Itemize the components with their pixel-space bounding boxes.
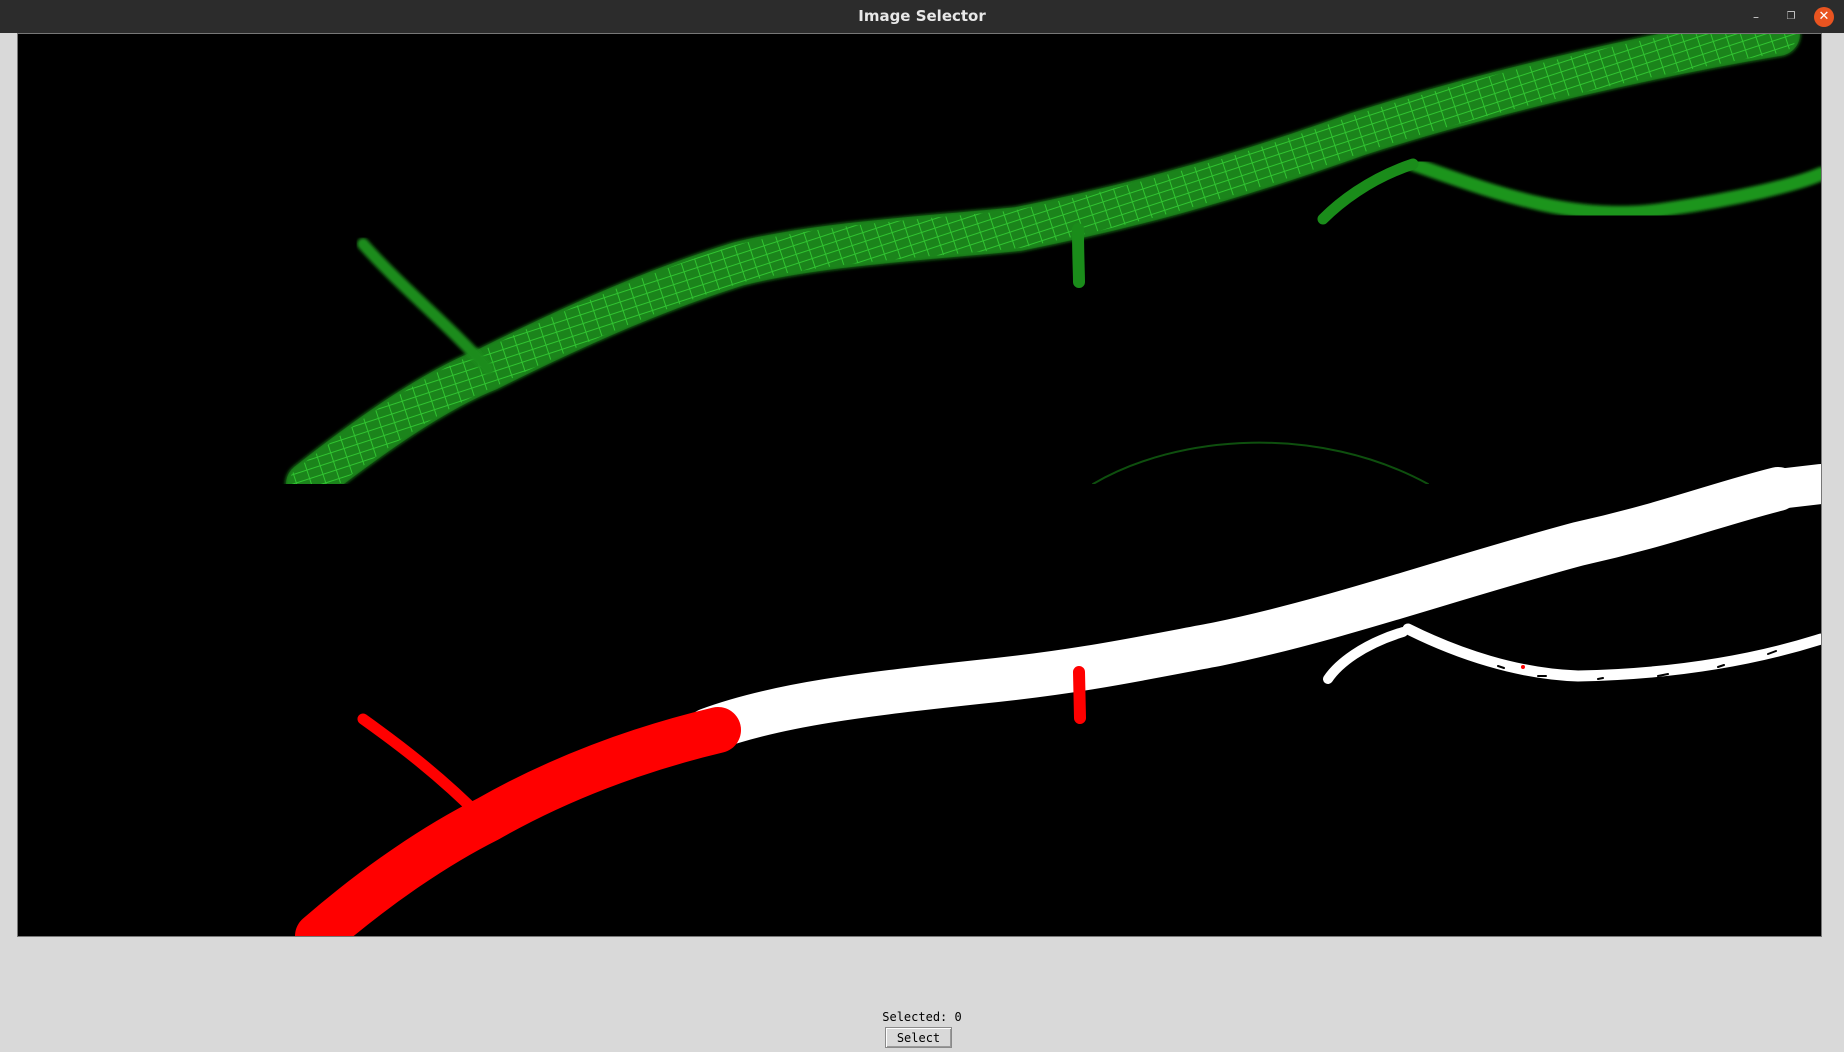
segmentation-mask[interactable]	[18, 464, 1821, 936]
title-bar: Image Selector – ❐ ✕	[0, 0, 1844, 33]
window-title: Image Selector	[858, 7, 986, 25]
select-button[interactable]: Select	[885, 1027, 952, 1048]
close-icon[interactable]: ✕	[1814, 7, 1834, 27]
maximize-icon[interactable]: ❐	[1781, 7, 1801, 27]
image-canvas[interactable]	[17, 33, 1822, 937]
fluorescence-image[interactable]	[18, 34, 1821, 507]
mask-branch-red	[1073, 666, 1086, 724]
root-branch-middle-green	[1072, 223, 1085, 288]
image-canvas-svg[interactable]	[18, 34, 1821, 936]
minimize-icon[interactable]: –	[1746, 7, 1766, 27]
selected-count: Selected: 0	[882, 1010, 962, 1024]
